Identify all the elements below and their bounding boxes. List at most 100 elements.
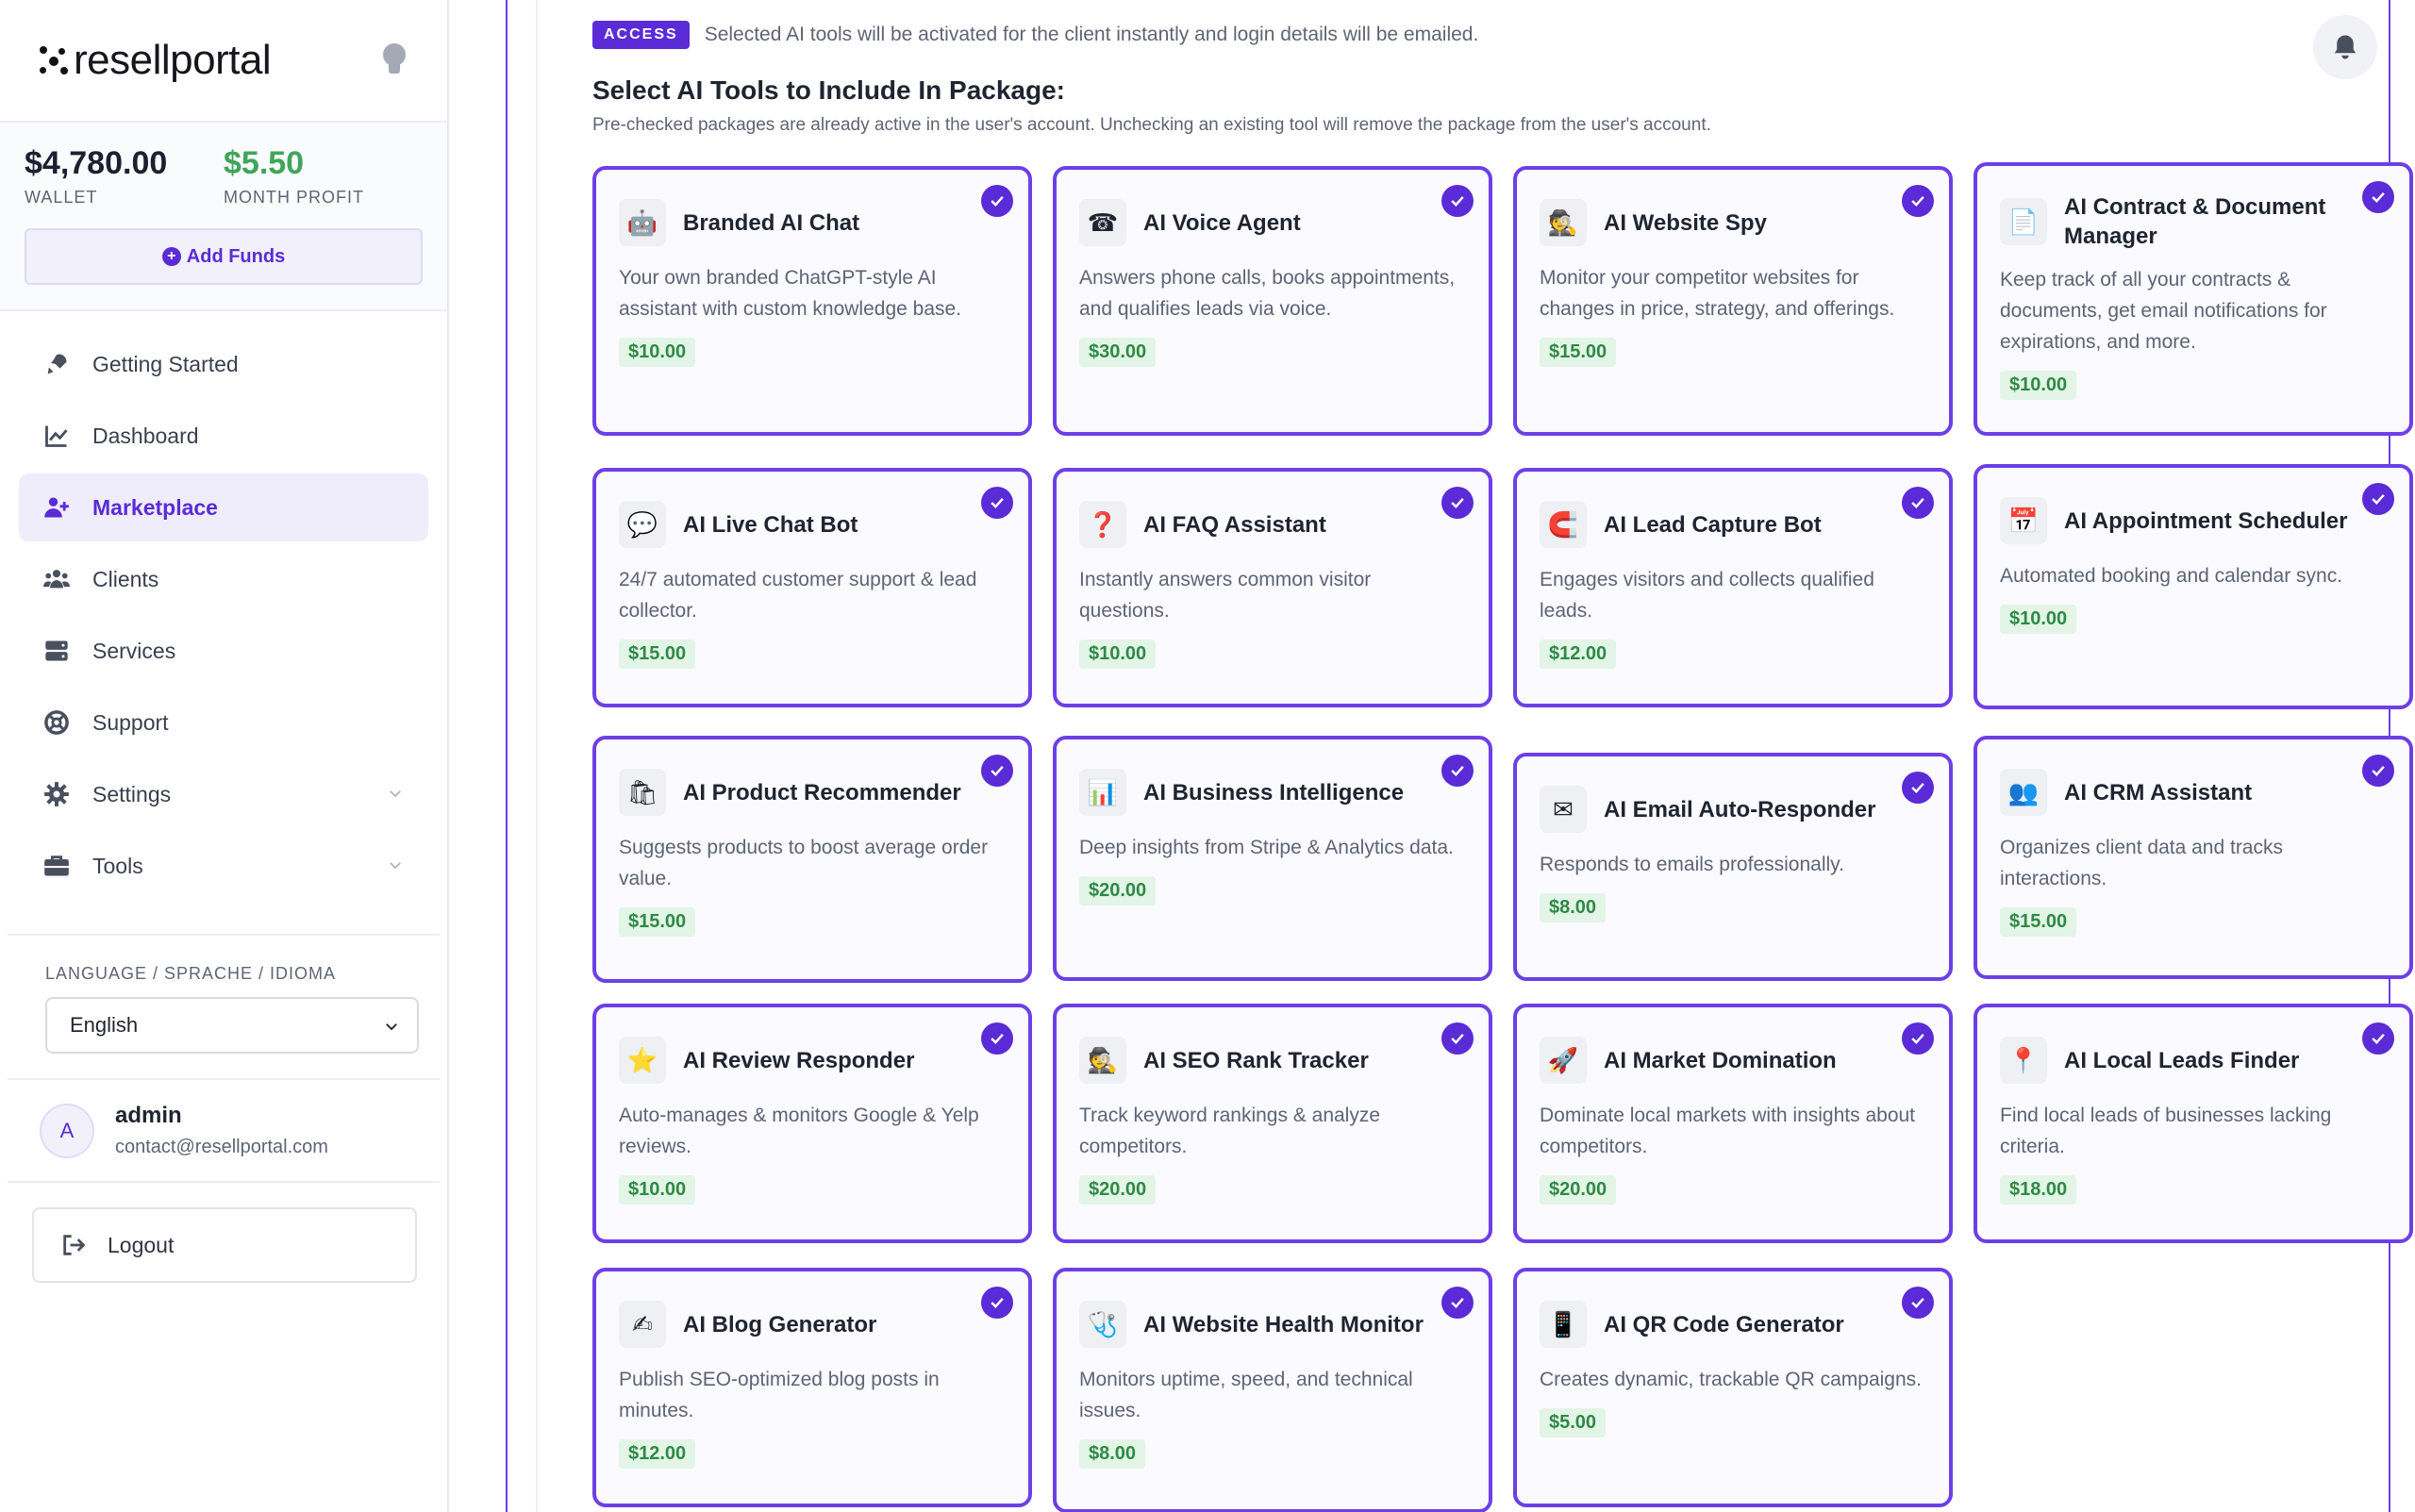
add-funds-button[interactable]: + Add Funds bbox=[25, 228, 423, 285]
tool-description: Find local leads of businesses lacking c… bbox=[2000, 1105, 2332, 1157]
tool-card[interactable]: 📊 AI Business Intelligence Deep insights… bbox=[1053, 736, 1492, 981]
tool-card[interactable]: 📄 AI Contract & Document Manager Keep tr… bbox=[1974, 162, 2413, 436]
checkbox-checked-icon[interactable] bbox=[981, 755, 1013, 787]
server-icon bbox=[43, 638, 70, 664]
tool-price: $8.00 bbox=[1079, 1439, 1146, 1469]
tool-description: Monitors uptime, speed, and technical is… bbox=[1079, 1369, 1413, 1421]
tool-description: Engages visitors and collects qualified … bbox=[1540, 569, 1874, 622]
checkbox-checked-icon[interactable] bbox=[1902, 185, 1934, 217]
checkbox-checked-icon[interactable] bbox=[1902, 772, 1934, 804]
checkbox-checked-icon[interactable] bbox=[981, 1287, 1013, 1319]
sidebar-item-dashboard[interactable]: Dashboard bbox=[19, 402, 428, 470]
tool-card[interactable]: 🚀 AI Market Domination Dominate local ma… bbox=[1513, 1004, 1953, 1243]
tool-title: AI SEO Rank Tracker bbox=[1143, 1047, 1369, 1073]
writing-hand-icon: ✍ bbox=[619, 1301, 666, 1348]
checkbox-checked-icon[interactable] bbox=[981, 487, 1013, 519]
star-icon: ⭐ bbox=[619, 1037, 666, 1084]
wallet-amount: $4,780.00 bbox=[25, 145, 168, 181]
language-select[interactable]: English bbox=[45, 997, 419, 1054]
tool-title: AI QR Code Generator bbox=[1604, 1311, 1844, 1338]
sidebar-item-settings[interactable]: Settings bbox=[19, 760, 428, 828]
checkbox-checked-icon[interactable] bbox=[2362, 483, 2394, 515]
tool-price: $20.00 bbox=[1079, 1175, 1157, 1205]
checkbox-checked-icon[interactable] bbox=[1902, 487, 1934, 519]
tool-description: Instantly answers common visitor questio… bbox=[1079, 569, 1372, 622]
sidebar-item-clients[interactable]: Clients bbox=[19, 545, 428, 613]
bell-icon bbox=[2334, 35, 2357, 59]
tool-title: AI Appointment Scheduler bbox=[2064, 507, 2348, 534]
tool-price: $18.00 bbox=[2000, 1175, 2077, 1205]
checkbox-checked-icon[interactable] bbox=[1902, 1022, 1934, 1055]
tool-card[interactable]: 🕵 AI Website Spy Monitor your competitor… bbox=[1513, 166, 1953, 436]
sidebar-item-tools[interactable]: Tools bbox=[19, 832, 428, 900]
tool-description: Publish SEO-optimized blog posts in minu… bbox=[619, 1369, 940, 1421]
tool-card[interactable]: ✉ AI Email Auto-Responder Responds to em… bbox=[1513, 753, 1953, 981]
sidebar-item-label: Marketplace bbox=[92, 494, 218, 520]
user-email: contact@resellportal.com bbox=[115, 1137, 328, 1157]
tool-title: AI Local Leads Finder bbox=[2064, 1047, 2300, 1073]
sidebar-item-label: Getting Started bbox=[92, 351, 239, 376]
tool-card[interactable]: 📱 AI QR Code Generator Creates dynamic, … bbox=[1513, 1268, 1953, 1507]
lightbulb-icon[interactable] bbox=[383, 43, 406, 75]
wallet-summary: $4,780.00 WALLET $5.50 MONTH PROFIT + Ad… bbox=[0, 123, 447, 311]
checkbox-checked-icon[interactable] bbox=[1441, 1287, 1474, 1319]
tool-card[interactable]: 🕵 AI SEO Rank Tracker Track keyword rank… bbox=[1053, 1004, 1492, 1243]
tool-title: AI CRM Assistant bbox=[2064, 779, 2253, 806]
checkbox-checked-icon[interactable] bbox=[1441, 185, 1474, 217]
logout-button[interactable]: Logout bbox=[32, 1207, 417, 1283]
tool-title: AI Review Responder bbox=[683, 1047, 915, 1073]
month-profit-label: MONTH PROFIT bbox=[224, 188, 364, 207]
tool-card[interactable]: 📅 AI Appointment Scheduler Automated boo… bbox=[1974, 464, 2413, 709]
chevron-down-icon bbox=[390, 862, 401, 870]
tool-card[interactable]: 💬 AI Live Chat Bot 24/7 automated custom… bbox=[592, 468, 1032, 707]
users-icon bbox=[43, 566, 70, 592]
tool-card[interactable]: ⭐ AI Review Responder Auto-manages & mon… bbox=[592, 1004, 1032, 1243]
tool-card[interactable]: 🩺 AI Website Health Monitor Monitors upt… bbox=[1053, 1268, 1492, 1512]
tool-title: AI Product Recommender bbox=[683, 779, 961, 806]
checkbox-checked-icon[interactable] bbox=[2362, 755, 2394, 787]
access-text: Selected AI tools will be activated for … bbox=[704, 24, 1479, 45]
tool-title: AI Market Domination bbox=[1604, 1047, 1837, 1073]
tool-card[interactable]: ✍ AI Blog Generator Publish SEO-optimize… bbox=[592, 1268, 1032, 1507]
telephone-icon: ☎ bbox=[1079, 199, 1126, 246]
checkbox-checked-icon[interactable] bbox=[1441, 487, 1474, 519]
tool-card[interactable]: 📍 AI Local Leads Finder Find local leads… bbox=[1974, 1004, 2413, 1243]
sidebar-item-marketplace[interactable]: Marketplace bbox=[19, 474, 428, 541]
tool-card[interactable]: ❓ AI FAQ Assistant Instantly answers com… bbox=[1053, 468, 1492, 707]
tool-card[interactable]: 👥 AI CRM Assistant Organizes client data… bbox=[1974, 736, 2413, 979]
main-content: ACCESS Selected AI tools will be activat… bbox=[449, 0, 2415, 1512]
tool-price: $12.00 bbox=[619, 1439, 696, 1469]
add-funds-label: Add Funds bbox=[186, 245, 286, 267]
sidebar-item-label: Dashboard bbox=[92, 423, 199, 448]
calendar-icon: 📅 bbox=[2000, 497, 2047, 544]
checkbox-checked-icon[interactable] bbox=[1441, 755, 1474, 787]
tool-price: $5.00 bbox=[1540, 1408, 1607, 1437]
checkbox-checked-icon[interactable] bbox=[2362, 1022, 2394, 1055]
tool-title: AI Voice Agent bbox=[1143, 209, 1301, 236]
tool-card[interactable]: 🧲 AI Lead Capture Bot Engages visitors a… bbox=[1513, 468, 1953, 707]
tool-price: $20.00 bbox=[1079, 876, 1157, 906]
spy-icon: 🕵 bbox=[1540, 199, 1587, 246]
tool-price: $12.00 bbox=[1540, 640, 1617, 669]
tool-price: $20.00 bbox=[1540, 1175, 1617, 1205]
checkbox-checked-icon[interactable] bbox=[981, 185, 1013, 217]
sidebar-item-support[interactable]: Support bbox=[19, 689, 428, 756]
sidebar-item-services[interactable]: Services bbox=[19, 617, 428, 685]
tool-card[interactable]: ☎ AI Voice Agent Answers phone calls, bo… bbox=[1053, 166, 1492, 436]
logout-label: Logout bbox=[108, 1232, 175, 1257]
checkbox-checked-icon[interactable] bbox=[1902, 1287, 1934, 1319]
tool-price: $15.00 bbox=[1540, 338, 1617, 367]
tool-price: $10.00 bbox=[2000, 605, 2077, 634]
sidebar-item-label: Clients bbox=[92, 566, 159, 591]
notification-button[interactable] bbox=[2313, 15, 2377, 79]
sidebar-item-getting-started[interactable]: Getting Started bbox=[19, 330, 428, 398]
tool-card[interactable]: 🛍 AI Product Recommender Suggests produc… bbox=[592, 736, 1032, 983]
checkbox-checked-icon[interactable] bbox=[981, 1022, 1013, 1055]
checkbox-checked-icon[interactable] bbox=[2362, 181, 2394, 213]
tool-description: Dominate local markets with insights abo… bbox=[1540, 1105, 1916, 1157]
checkbox-checked-icon[interactable] bbox=[1441, 1022, 1474, 1055]
language-section: LANGUAGE / SPRACHE / IDIOMA English bbox=[8, 934, 440, 1080]
tool-card[interactable]: 🤖 Branded AI Chat Your own branded ChatG… bbox=[592, 166, 1032, 436]
sidebar-item-label: Support bbox=[92, 709, 169, 735]
pin-icon: 📍 bbox=[2000, 1037, 2047, 1084]
